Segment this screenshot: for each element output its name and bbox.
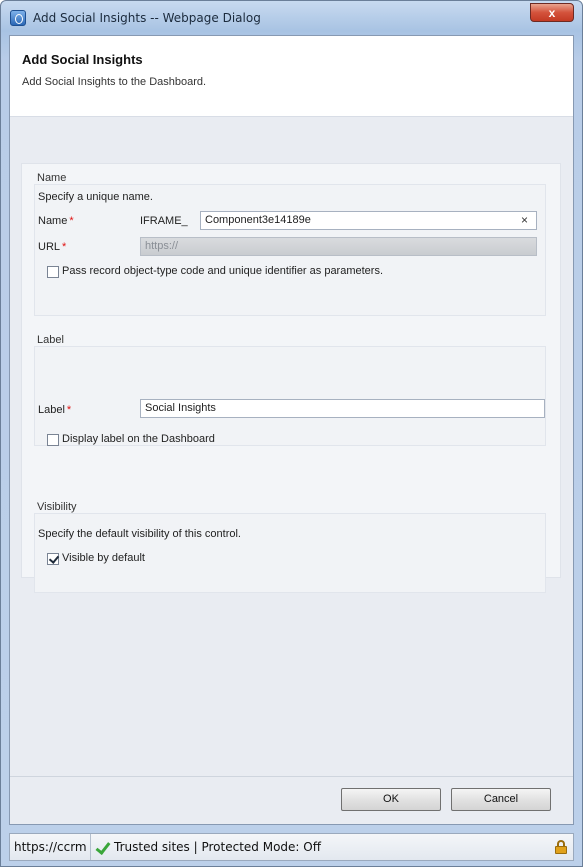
- visibility-hint: Specify the default visibility of this c…: [38, 528, 241, 540]
- label-input-value: Social Insights: [145, 402, 216, 414]
- label-section-title: Label: [37, 334, 64, 346]
- label-input[interactable]: Social Insights: [140, 399, 545, 418]
- url-label: URL *: [38, 241, 66, 253]
- title-bar[interactable]: Add Social Insights -- Webpage Dialog x: [1, 1, 582, 35]
- clear-icon[interactable]: ×: [521, 213, 528, 227]
- visible-by-default-checkbox[interactable]: [47, 553, 59, 565]
- name-prefix: IFRAME_: [140, 215, 188, 227]
- label-label: Label *: [38, 404, 71, 416]
- checkmark-icon: [96, 840, 106, 854]
- required-mark: *: [66, 404, 72, 416]
- dialog-description: Add Social Insights to the Dashboard.: [22, 76, 207, 88]
- name-label: Name *: [38, 215, 74, 227]
- pass-params-label: Pass record object-type code and unique …: [62, 265, 384, 277]
- security-zone[interactable]: Trusted sites | Protected Mode: Off: [114, 834, 321, 860]
- lock-body: [555, 846, 567, 854]
- required-mark: *: [62, 241, 67, 253]
- name-input[interactable]: Component3e14189e: [200, 211, 537, 230]
- internet-explorer-icon: [10, 10, 26, 26]
- ok-button[interactable]: OK: [341, 788, 441, 811]
- dialog-window: Add Social Insights -- Webpage Dialog x …: [0, 0, 583, 867]
- status-bar: https://ccrm Trusted sites | Protected M…: [9, 833, 574, 861]
- name-section-hint: Specify a unique name.: [38, 191, 153, 203]
- url-input[interactable]: https://: [140, 237, 537, 256]
- name-label-text: Name: [38, 215, 68, 227]
- display-label-checkbox[interactable]: [47, 434, 59, 446]
- dialog-header: Add Social Insights Add Social Insights …: [10, 36, 573, 117]
- required-mark: *: [69, 215, 74, 227]
- cancel-button[interactable]: Cancel: [451, 788, 551, 811]
- visible-by-default-label: Visible by default: [62, 552, 145, 564]
- name-input-value: Component3e14189e: [205, 214, 311, 226]
- pass-params-checkbox[interactable]: [47, 266, 59, 278]
- name-section-title: Name: [37, 172, 67, 184]
- status-url: https://ccrm: [14, 834, 91, 860]
- lock-icon[interactable]: [555, 840, 567, 854]
- dialog-client-area: Add Social Insights Add Social Insights …: [9, 35, 574, 825]
- display-label-text: Display label on the Dashboard: [62, 433, 215, 445]
- label-label-text: Label: [38, 404, 65, 416]
- visibility-section-title: Visibility: [37, 501, 77, 513]
- url-label-text: URL: [38, 241, 61, 253]
- label-section: [34, 346, 546, 446]
- window-title: Add Social Insights -- Webpage Dialog: [33, 11, 261, 25]
- dialog-title: Add Social Insights: [22, 52, 143, 67]
- url-input-value: https://: [145, 240, 179, 252]
- form-area: Name Specify a unique name. Name * IFRAME…: [21, 163, 561, 593]
- close-button[interactable]: x: [530, 3, 574, 22]
- footer-divider: [10, 776, 573, 777]
